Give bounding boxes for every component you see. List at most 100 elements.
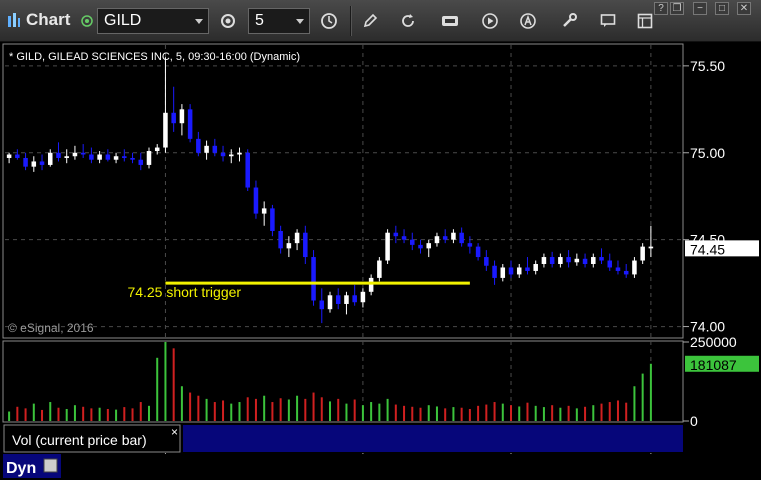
volume-bar (32, 403, 35, 421)
candle (377, 257, 382, 282)
alert-button[interactable] (514, 8, 542, 34)
volume-bar (147, 405, 150, 421)
volume-bar (180, 386, 183, 421)
close-button[interactable]: ✕ (737, 2, 751, 15)
candle-body (385, 232, 390, 261)
candle-body (270, 208, 275, 231)
minimize-button[interactable]: − (693, 2, 707, 15)
volume-bar (205, 398, 208, 421)
template-icon (637, 13, 653, 29)
candle-body (648, 246, 654, 249)
restore-button[interactable]: ❐ (670, 2, 684, 15)
candle-body (591, 257, 596, 264)
volume-bar (312, 392, 315, 421)
symbol-settings-button[interactable] (214, 8, 242, 34)
volume-bar (98, 407, 101, 421)
candle-body (451, 232, 456, 240)
price-tick-label: 75.00 (690, 145, 725, 161)
candle-body (105, 154, 111, 160)
candle-body (196, 138, 201, 153)
volume-bar (435, 406, 438, 421)
volume-bar (542, 407, 545, 421)
candle-body (47, 152, 53, 165)
help-button[interactable]: ? (654, 2, 668, 15)
candle (187, 104, 193, 143)
clock-button[interactable] (314, 8, 344, 34)
candle-body (72, 152, 78, 157)
candle-body (187, 109, 193, 139)
candle (385, 229, 390, 264)
candle-body (484, 257, 489, 266)
get-data-button[interactable] (436, 8, 464, 34)
volume-bar (370, 402, 373, 421)
link-icon[interactable] (80, 8, 94, 34)
maximize-button[interactable]: □ (715, 2, 729, 15)
candle-body (154, 147, 160, 152)
volume-tick-label: 0 (690, 413, 698, 429)
draw-tool-button[interactable] (356, 8, 384, 34)
volume-bar (90, 408, 93, 421)
volume-bar (633, 386, 636, 421)
volume-bar (8, 411, 11, 421)
last-volume-label: 181087 (690, 357, 737, 373)
volume-bar (337, 398, 340, 421)
app-title: Chart (26, 10, 71, 29)
volume-tick-label: 250000 (690, 334, 737, 350)
message-icon (600, 14, 616, 27)
candle-body (434, 236, 440, 244)
candle-body (401, 236, 407, 240)
candle-body (360, 291, 366, 303)
volume-bar (608, 402, 611, 421)
get-icon (442, 16, 458, 26)
refresh-button[interactable] (394, 8, 422, 34)
candle-body (558, 257, 563, 264)
symbol-value: GILD (104, 12, 142, 29)
chevron-down-icon[interactable] (195, 19, 203, 24)
volume-bar (386, 398, 389, 421)
candle-body (261, 208, 267, 214)
volume-bar (24, 408, 27, 421)
volume-bar (156, 357, 159, 421)
close-study-icon[interactable]: × (171, 425, 178, 439)
play-button[interactable] (476, 8, 504, 34)
play-icon (482, 13, 498, 29)
candle-body (508, 267, 514, 275)
volume-bar (65, 408, 68, 421)
volume-bar (296, 395, 299, 421)
candle-body (204, 145, 209, 153)
candle-body (410, 239, 415, 245)
lock-icon[interactable] (43, 458, 58, 473)
candle-body (23, 157, 28, 167)
volume-bar (592, 405, 595, 421)
candle-body (146, 151, 152, 165)
volume-bar (353, 399, 356, 421)
volume-bar (82, 406, 85, 421)
candle-body (286, 243, 292, 249)
volume-bar (444, 408, 447, 421)
candle-body (89, 154, 94, 160)
interval-input[interactable]: 5 (248, 8, 310, 34)
candle-body (475, 246, 481, 258)
candle-body (138, 159, 144, 165)
time-axis (0, 454, 761, 480)
candle-body (377, 260, 382, 278)
volume-bar (123, 407, 126, 421)
chart-area: 74.25 short trigger 75.5075.0074.5074.00… (0, 42, 761, 480)
symbol-input[interactable]: GILD (97, 8, 209, 34)
volume-bar (287, 399, 290, 421)
volume-bar (485, 404, 488, 421)
candle-body (599, 257, 604, 261)
volume-bar (246, 397, 249, 421)
volume-bar (584, 406, 587, 421)
dyn-label: Dyn (6, 460, 36, 477)
candle-body (459, 232, 464, 244)
chevron-down-icon[interactable] (296, 19, 304, 24)
clock-icon (321, 13, 337, 29)
candle-body (615, 267, 621, 271)
candle-body (56, 152, 61, 158)
candle-body (130, 157, 135, 160)
candle-body (31, 161, 37, 167)
wrench-icon (563, 13, 577, 27)
tools-button[interactable] (556, 8, 584, 34)
message-button[interactable] (594, 8, 622, 34)
